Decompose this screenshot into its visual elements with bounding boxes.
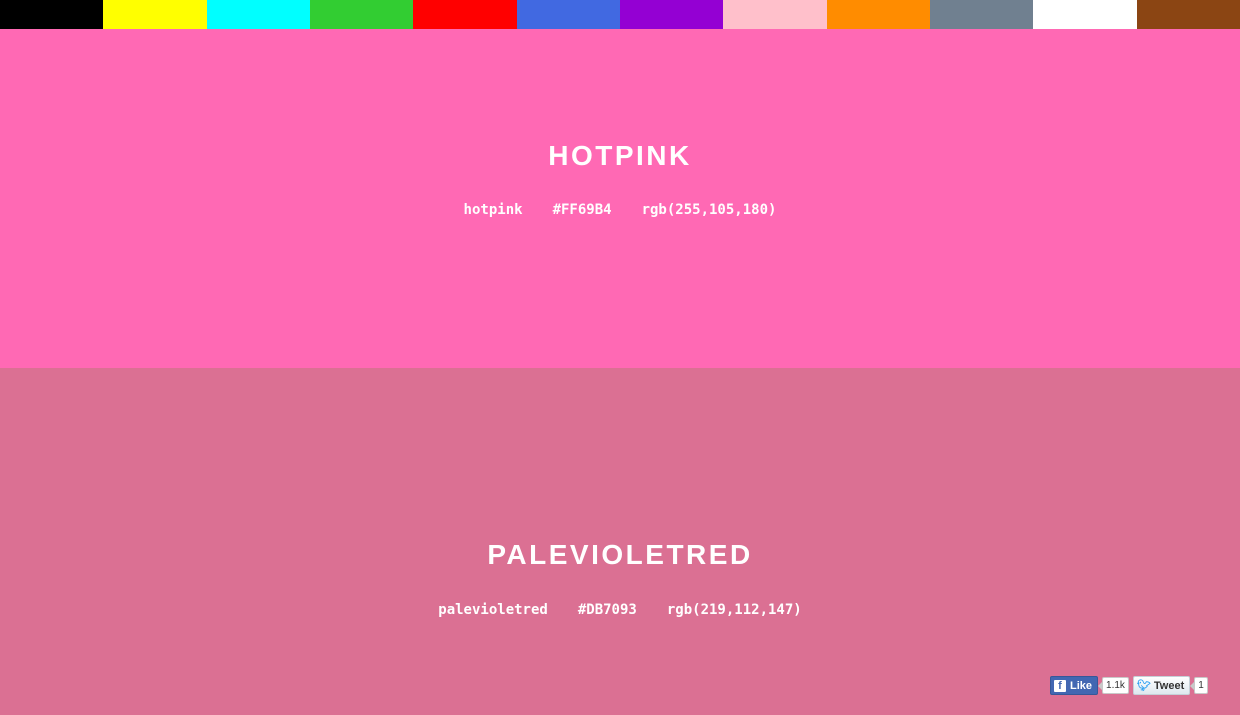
color-section-palevioletred: PALEVIOLETRED palevioletred #DB7093 rgb(…	[0, 368, 1240, 715]
color-codes: palevioletred #DB7093 rgb(219,112,147)	[0, 600, 1240, 620]
color-name-code[interactable]: hotpink	[464, 200, 523, 220]
swatch-red[interactable]	[413, 0, 517, 29]
swatch-white[interactable]	[1033, 0, 1137, 29]
swatch-orange[interactable]	[826, 0, 930, 29]
color-section-hotpink: HOTPINK hotpink #FF69B4 rgb(255,105,180)	[0, 29, 1240, 368]
twitter-bird-icon: 🐦︎	[1136, 680, 1151, 692]
facebook-f-icon: f	[1054, 679, 1066, 692]
swatch-yellow[interactable]	[103, 0, 207, 29]
color-hex-code[interactable]: #FF69B4	[553, 200, 612, 220]
facebook-like-button[interactable]: f Like	[1050, 676, 1099, 695]
swatch-violet[interactable]	[619, 0, 724, 29]
color-codes: hotpink #FF69B4 rgb(255,105,180)	[0, 200, 1240, 220]
tweet-label: Tweet	[1153, 679, 1185, 692]
swatch-brown[interactable]	[1136, 0, 1240, 29]
like-count: 1.1k	[1098, 677, 1129, 694]
tweet-count: 1	[1190, 677, 1208, 694]
color-palette-bar	[0, 0, 1240, 29]
swatch-slategray[interactable]	[929, 0, 1034, 29]
color-title: HOTPINK	[548, 140, 692, 171]
social-share-widgets: f Like 1.1k 🐦︎ Tweet 1	[1050, 676, 1208, 695]
color-hex-code[interactable]: #DB7093	[578, 600, 637, 620]
color-title: PALEVIOLETRED	[487, 539, 753, 570]
swatch-pink[interactable]	[723, 0, 827, 29]
tweet-button[interactable]: 🐦︎ Tweet	[1132, 676, 1191, 695]
swatch-black[interactable]	[0, 0, 104, 29]
color-rgb-code[interactable]: rgb(219,112,147)	[667, 600, 802, 620]
swatch-blue[interactable]	[516, 0, 620, 29]
like-label: Like	[1070, 679, 1093, 692]
swatch-cyan[interactable]	[206, 0, 310, 29]
color-rgb-code[interactable]: rgb(255,105,180)	[642, 200, 777, 220]
swatch-green[interactable]	[309, 0, 414, 29]
color-name-code[interactable]: palevioletred	[438, 600, 548, 620]
